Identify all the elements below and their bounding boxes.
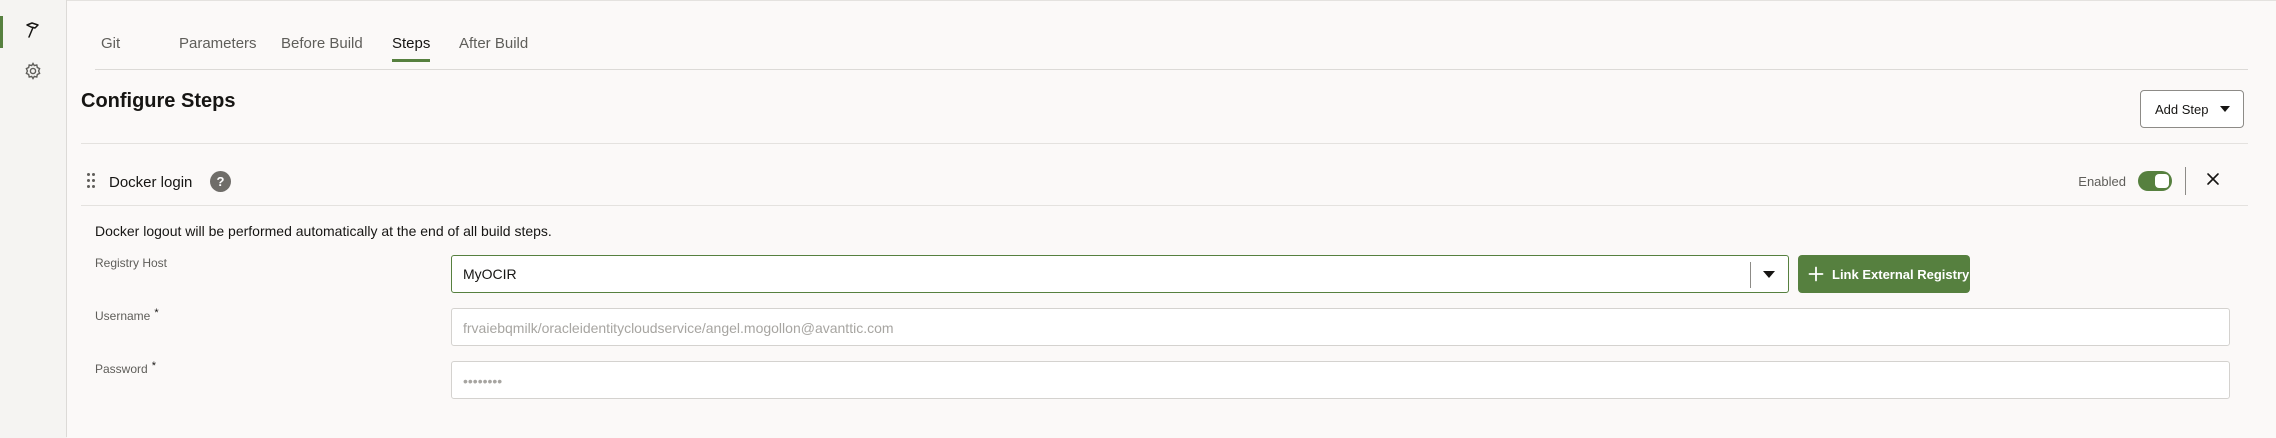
add-step-label: Add Step xyxy=(2155,101,2209,117)
link-external-registry-button[interactable]: Link External Registry xyxy=(1798,255,1970,293)
hammer-icon xyxy=(23,20,43,45)
tab-steps[interactable]: Steps xyxy=(392,35,431,62)
step-title: Docker login xyxy=(109,174,193,191)
tab-before-build[interactable]: Before Build xyxy=(281,35,363,52)
password-field[interactable]: •••••••• xyxy=(451,361,2230,399)
registry-host-select[interactable]: MyOCIR xyxy=(451,255,1789,293)
registry-host-value: MyOCIR xyxy=(463,266,517,282)
password-value: •••••••• xyxy=(463,373,503,389)
tab-after-build[interactable]: After Build xyxy=(459,35,528,52)
left-nav-rail xyxy=(0,0,67,437)
link-external-registry-label: Link External Registry xyxy=(1832,266,1970,282)
close-icon xyxy=(2206,172,2220,191)
password-label-text: Password xyxy=(95,362,148,376)
caret-down-icon xyxy=(2220,106,2230,112)
password-label: Password * xyxy=(95,360,156,376)
username-value: frvaiebqmilk/oracleidentitycloudservice/… xyxy=(463,320,894,336)
required-marker: * xyxy=(151,360,156,372)
rail-item-settings[interactable] xyxy=(0,51,66,95)
caret-down-icon[interactable] xyxy=(1763,271,1775,278)
tab-bar: Git Parameters Before Build Steps After … xyxy=(95,1,2248,70)
rail-item-build[interactable] xyxy=(0,10,66,54)
drag-handle-icon[interactable] xyxy=(87,173,97,191)
remove-step-button[interactable] xyxy=(2200,168,2226,194)
plus-icon xyxy=(1808,266,1824,282)
registry-host-label: Registry Host xyxy=(95,256,168,270)
step-header-docker-login: Docker login ? Enabled xyxy=(81,161,2248,206)
main-panel: Git Parameters Before Build Steps After … xyxy=(67,0,2276,438)
enabled-label: Enabled xyxy=(2078,174,2126,189)
toolbar-divider xyxy=(2185,167,2186,195)
tab-parameters[interactable]: Parameters xyxy=(179,35,257,52)
help-icon[interactable]: ? xyxy=(210,171,231,192)
page-title: Configure Steps xyxy=(81,90,236,112)
required-marker: * xyxy=(154,307,159,319)
username-field[interactable]: frvaiebqmilk/oracleidentitycloudservice/… xyxy=(451,308,2230,346)
gear-icon xyxy=(23,61,43,86)
add-step-button[interactable]: Add Step xyxy=(2140,90,2244,128)
docker-logout-info: Docker logout will be performed automati… xyxy=(95,223,552,239)
enabled-toggle[interactable] xyxy=(2138,171,2172,191)
divider xyxy=(81,143,2248,144)
tab-git[interactable]: Git xyxy=(101,35,120,52)
username-label-text: Username xyxy=(95,309,151,323)
select-divider xyxy=(1750,262,1751,288)
username-label: Username * xyxy=(95,307,159,323)
